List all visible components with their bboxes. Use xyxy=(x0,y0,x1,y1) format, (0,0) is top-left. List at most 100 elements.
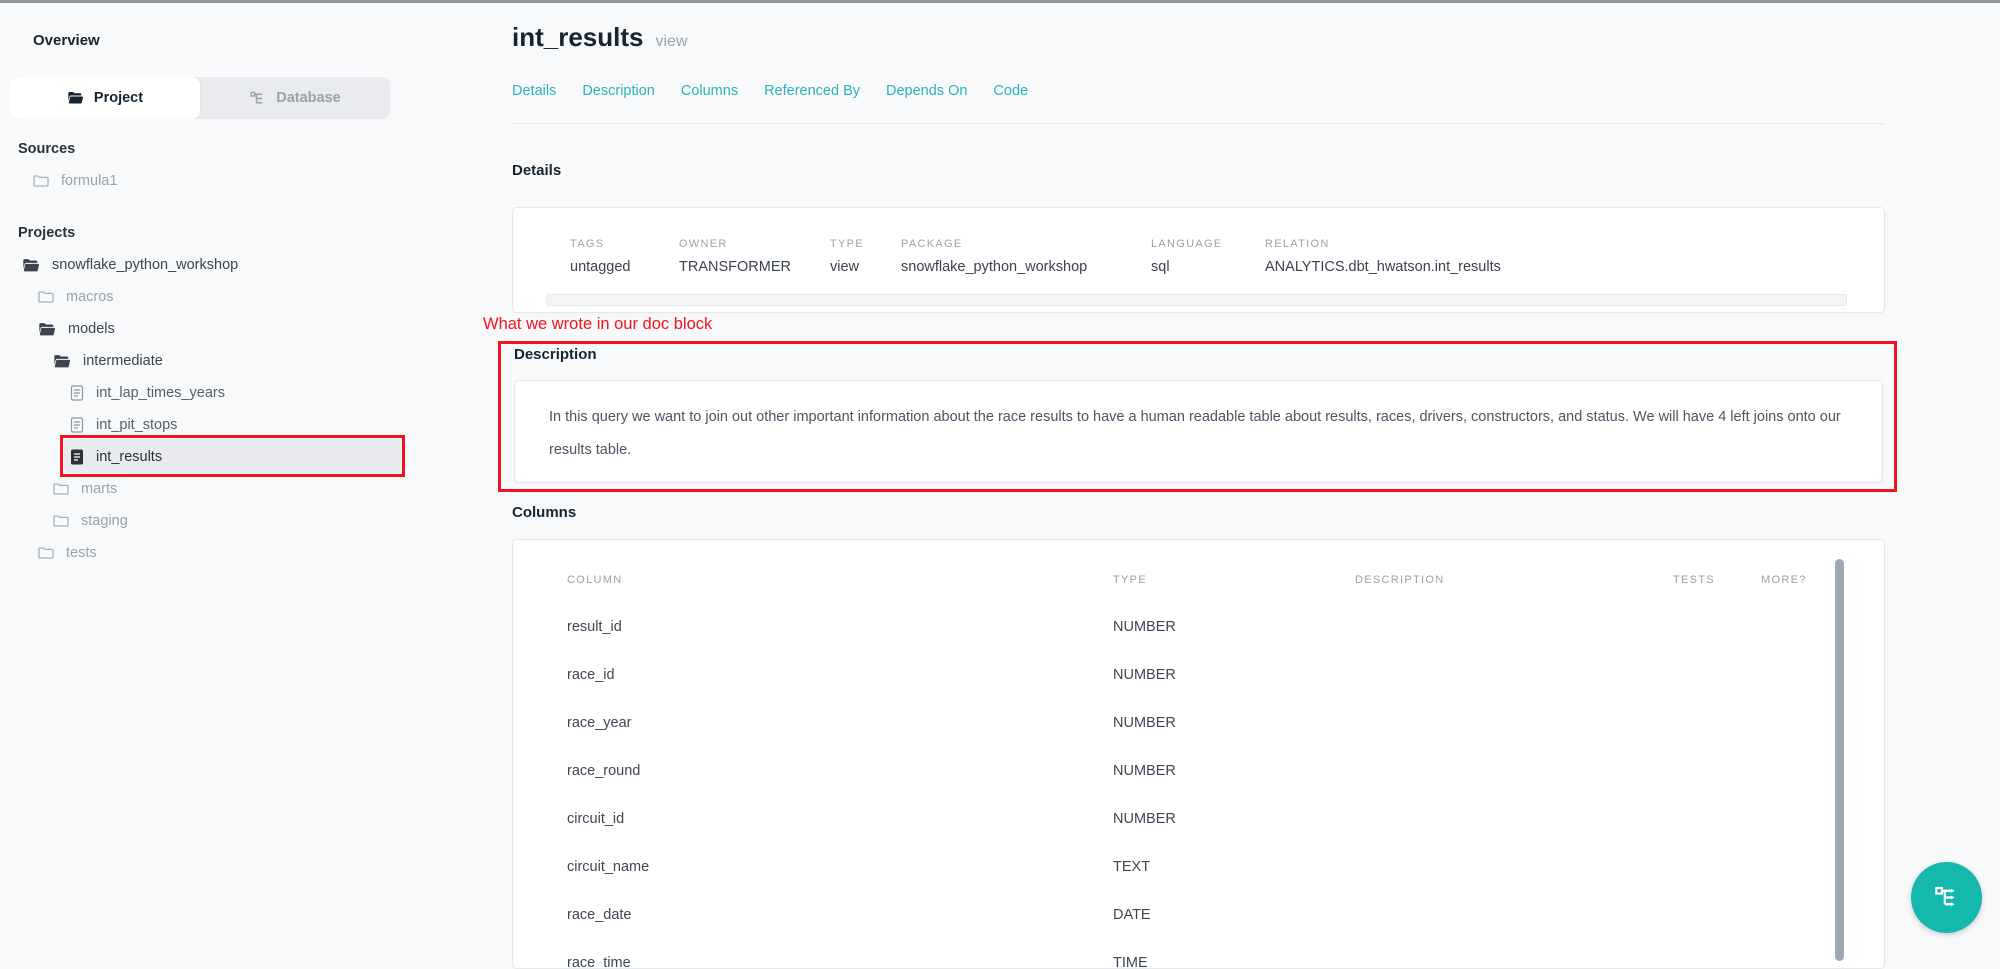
file-icon xyxy=(70,385,84,401)
tree-item-label: snowflake_python_workshop xyxy=(52,257,238,273)
table-row[interactable]: race_date DATE xyxy=(567,891,1884,939)
table-row[interactable]: circuit_name TEXT xyxy=(567,843,1884,891)
field-value: snowflake_python_workshop xyxy=(901,259,1151,275)
folder-open-icon xyxy=(22,258,40,273)
details-card: TAGS untagged OWNER TRANSFORMER TYPE vie… xyxy=(512,207,1885,313)
tab-columns[interactable]: Columns xyxy=(681,83,738,99)
column-name-cell: race_year xyxy=(567,715,1113,731)
table-row[interactable]: race_id NUMBER xyxy=(567,651,1884,699)
folder-icon xyxy=(38,290,54,304)
lineage-graph-button[interactable] xyxy=(1911,862,1982,933)
tests-header: TESTS xyxy=(1673,574,1761,586)
description-section-heading: Description xyxy=(514,346,597,363)
tree-item-label: macros xyxy=(66,289,114,305)
sources-heading: Sources xyxy=(18,141,75,157)
sidebar-item-int-lap-times-years[interactable]: int_lap_times_years xyxy=(0,377,420,409)
database-tree-icon xyxy=(249,90,266,107)
tree-item-label: tests xyxy=(66,545,97,561)
view-mode-toggle: Project Database xyxy=(10,77,390,119)
folder-icon xyxy=(53,514,69,528)
description-body: In this query we want to join out other … xyxy=(515,381,1882,467)
tree-item-label: staging xyxy=(81,513,128,529)
sidebar-item-macros[interactable]: macros xyxy=(0,281,420,313)
sidebar-item-tests[interactable]: tests xyxy=(0,537,420,569)
toggle-database[interactable]: Database xyxy=(200,77,390,119)
field-language: LANGUAGE sql xyxy=(1151,238,1265,275)
tree-item-label: int_pit_stops xyxy=(96,417,177,433)
field-owner: OWNER TRANSFORMER xyxy=(679,238,830,275)
sidebar-item-marts[interactable]: marts xyxy=(0,473,420,505)
folder-icon xyxy=(33,174,49,188)
details-collapsed-strip[interactable] xyxy=(546,294,1847,306)
table-row[interactable]: race_time TIME xyxy=(567,939,1884,969)
type-cell: NUMBER xyxy=(1113,763,1355,779)
column-name-cell: circuit_name xyxy=(567,859,1113,875)
sidebar-item-int-pit-stops[interactable]: int_pit_stops xyxy=(0,409,420,441)
field-value: ANALYTICS.dbt_hwatson.int_results xyxy=(1265,259,1884,275)
sidebar-item-formula1[interactable]: formula1 xyxy=(0,166,400,196)
tree-item-label: marts xyxy=(81,481,117,497)
more-header: MORE? xyxy=(1761,574,1884,586)
tree-item-label: int_results xyxy=(96,449,162,465)
table-row[interactable]: race_round NUMBER xyxy=(567,747,1884,795)
tab-depends-on[interactable]: Depends On xyxy=(886,83,967,99)
table-scrollbar[interactable] xyxy=(1835,559,1844,961)
overview-heading: Overview xyxy=(33,32,100,49)
field-label: OWNER xyxy=(679,238,830,250)
columns-table: COLUMN TYPE DESCRIPTION TESTS MORE? resu… xyxy=(513,540,1884,969)
tab-code[interactable]: Code xyxy=(993,83,1028,99)
field-label: RELATION xyxy=(1265,238,1884,250)
table-row[interactable]: result_id NUMBER xyxy=(567,603,1884,651)
projects-heading: Projects xyxy=(18,225,75,241)
tree-item-label: intermediate xyxy=(83,353,163,369)
tree-item-label: int_lap_times_years xyxy=(96,385,225,401)
description-header: DESCRIPTION xyxy=(1355,574,1673,586)
field-value: view xyxy=(830,259,901,275)
field-value: untagged xyxy=(570,259,679,275)
tab-details[interactable]: Details xyxy=(512,83,556,99)
sidebar-item-int-results[interactable]: int_results xyxy=(0,441,420,473)
field-tags: TAGS untagged xyxy=(570,238,679,275)
file-filled-icon xyxy=(70,449,84,465)
type-cell: TIME xyxy=(1113,955,1355,969)
sidebar: Overview Project Database Sources formul… xyxy=(0,0,440,959)
field-label: TYPE xyxy=(830,238,901,250)
type-cell: NUMBER xyxy=(1113,619,1355,635)
page-title-row: int_results view xyxy=(512,22,688,53)
type-cell: DATE xyxy=(1113,907,1355,923)
type-cell: TEXT xyxy=(1113,859,1355,875)
column-header: COLUMN xyxy=(567,574,1113,586)
field-label: PACKAGE xyxy=(901,238,1151,250)
folder-icon xyxy=(53,482,69,496)
description-card: In this query we want to join out other … xyxy=(514,380,1883,483)
tab-description[interactable]: Description xyxy=(582,83,655,99)
sidebar-item-intermediate[interactable]: intermediate xyxy=(0,345,420,377)
sidebar-item-staging[interactable]: staging xyxy=(0,505,420,537)
type-cell: NUMBER xyxy=(1113,715,1355,731)
model-type-badge: view xyxy=(656,33,688,51)
columns-section-heading: Columns xyxy=(512,504,576,521)
field-package: PACKAGE snowflake_python_workshop xyxy=(901,238,1151,275)
annotation-text: What we wrote in our doc block xyxy=(483,315,712,334)
field-label: TAGS xyxy=(570,238,679,250)
folder-open-icon xyxy=(53,354,71,369)
sidebar-item-models[interactable]: models xyxy=(0,313,420,345)
table-row[interactable]: circuit_id NUMBER xyxy=(567,795,1884,843)
source-item-label: formula1 xyxy=(61,173,117,189)
sidebar-item-snowflake-python-workshop[interactable]: snowflake_python_workshop xyxy=(0,249,420,281)
column-name-cell: race_time xyxy=(567,955,1113,969)
field-value: TRANSFORMER xyxy=(679,259,830,275)
folder-icon xyxy=(38,546,54,560)
tab-bar: Details Description Columns Referenced B… xyxy=(512,83,1028,99)
table-row[interactable]: race_year NUMBER xyxy=(567,699,1884,747)
toggle-project[interactable]: Project xyxy=(10,77,200,119)
field-value: sql xyxy=(1151,259,1265,275)
tab-referenced-by[interactable]: Referenced By xyxy=(764,83,860,99)
type-cell: NUMBER xyxy=(1113,667,1355,683)
tree-item-label: models xyxy=(68,321,115,337)
column-name-cell: race_round xyxy=(567,763,1113,779)
column-name-cell: race_id xyxy=(567,667,1113,683)
details-section-heading: Details xyxy=(512,162,561,179)
column-name-cell: circuit_id xyxy=(567,811,1113,827)
toggle-database-label: Database xyxy=(276,90,340,106)
